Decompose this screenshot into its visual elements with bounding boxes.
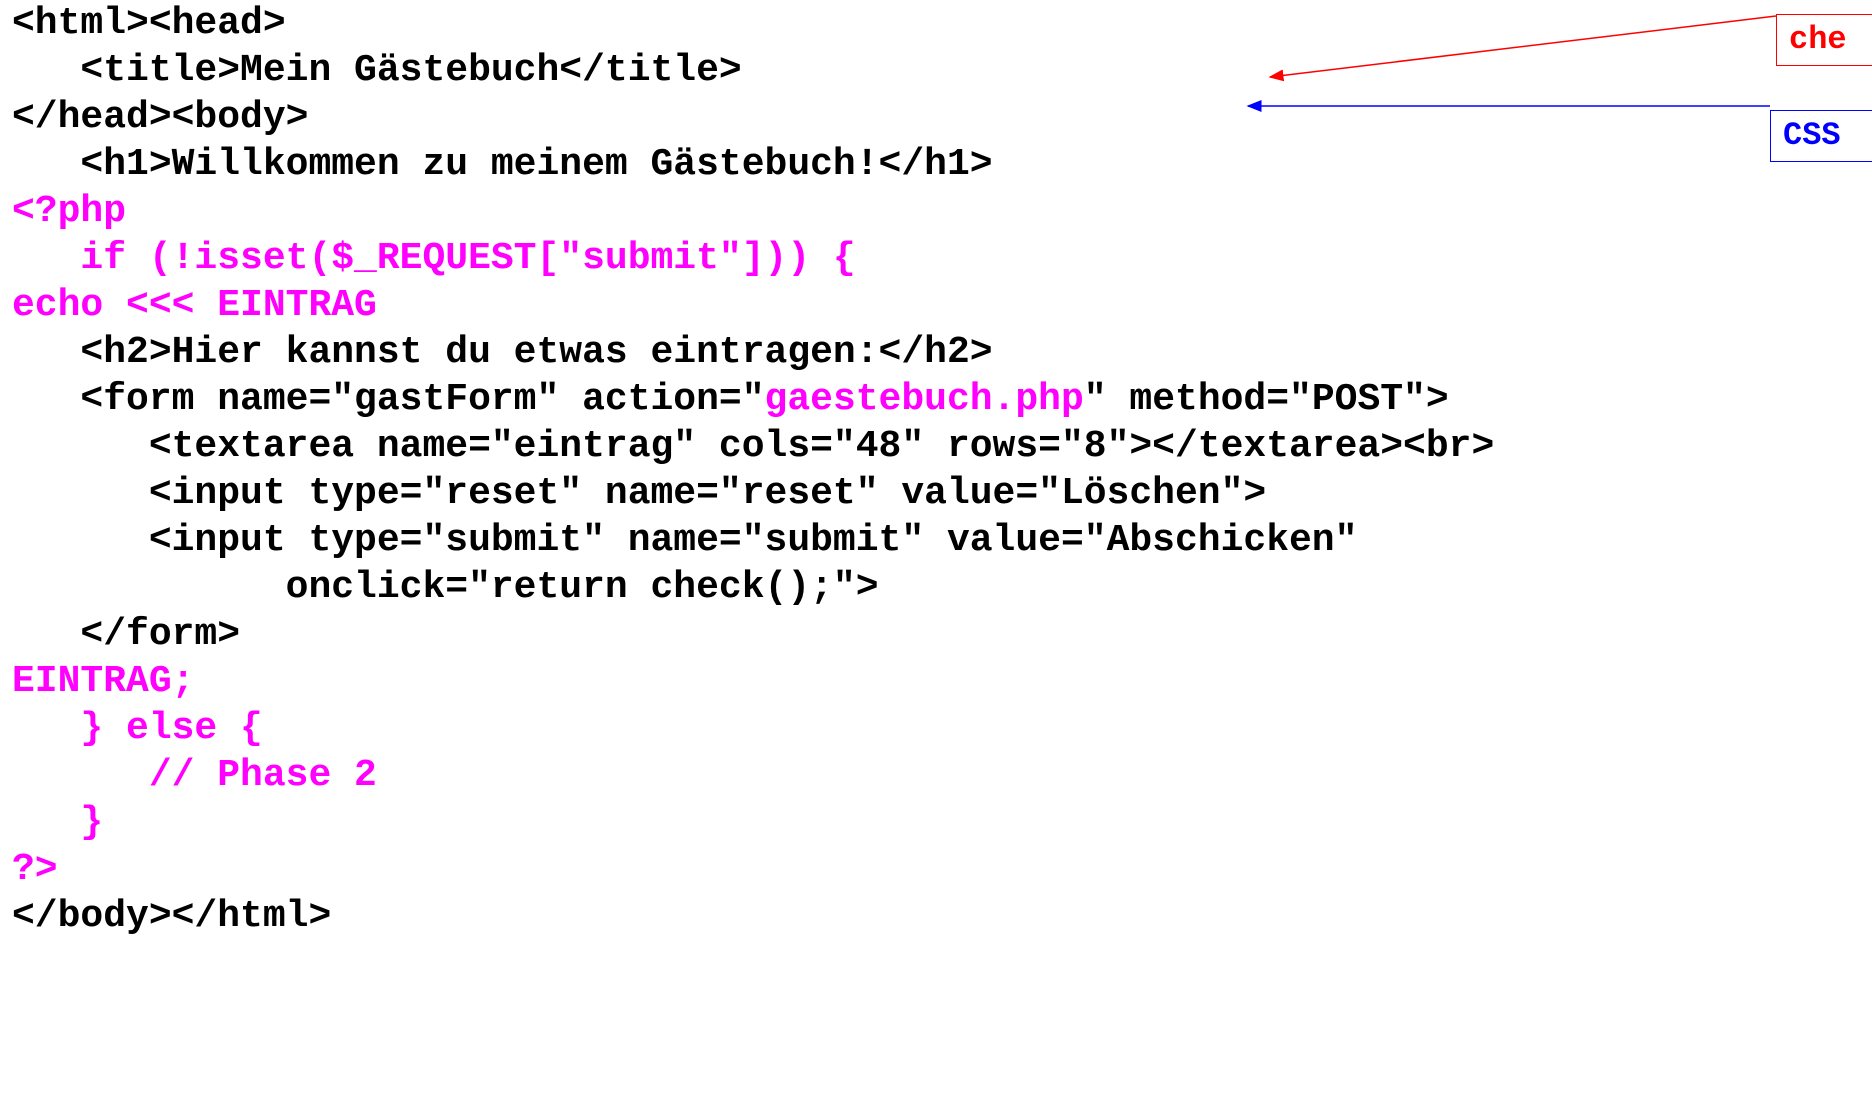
php-code-segment: }	[12, 801, 104, 844]
javascript-annotation-label: che	[1776, 14, 1872, 66]
html-code-segment: onclick="return check();">	[12, 566, 879, 609]
php-code-segment: EINTRAG;	[12, 660, 195, 703]
html-code-segment: <textarea name="eintrag" cols="48" rows=…	[12, 425, 1495, 468]
code-line: <?php	[12, 188, 1494, 235]
code-line: <input type="submit" name="submit" value…	[12, 517, 1494, 564]
html-code-segment: <title>Mein Gästebuch</title>	[12, 49, 742, 92]
php-code-segment: gaestebuch.php	[764, 378, 1084, 421]
code-line: </form>	[12, 611, 1494, 658]
code-line: } else {	[12, 705, 1494, 752]
html-code-segment: <h2>Hier kannst du etwas eintragen:</h2>	[12, 331, 993, 374]
code-line: // Phase 2	[12, 752, 1494, 799]
code-line: onclick="return check();">	[12, 564, 1494, 611]
code-listing: <html><head> <title>Mein Gästebuch</titl…	[12, 0, 1494, 940]
code-line: <input type="reset" name="reset" value="…	[12, 470, 1494, 517]
code-line: <h1>Willkommen zu meinem Gästebuch!</h1>	[12, 141, 1494, 188]
css-annotation-label: CSS	[1770, 110, 1872, 162]
html-code-segment: <h1>Willkommen zu meinem Gästebuch!</h1>	[12, 143, 993, 186]
code-line: </head><body>	[12, 94, 1494, 141]
code-line: <title>Mein Gästebuch</title>	[12, 47, 1494, 94]
code-line: ?>	[12, 846, 1494, 893]
code-line: <form name="gastForm" action="gaestebuch…	[12, 376, 1494, 423]
code-line: }	[12, 799, 1494, 846]
php-code-segment: if (!isset($_REQUEST["submit"])) {	[12, 237, 856, 280]
php-code-segment: echo <<< EINTRAG	[12, 284, 377, 327]
html-code-segment: </head><body>	[12, 96, 309, 139]
html-code-segment: " method="POST">	[1083, 378, 1449, 421]
code-line: if (!isset($_REQUEST["submit"])) {	[12, 235, 1494, 282]
code-line: <html><head>	[12, 0, 1494, 47]
php-code-segment: ?>	[12, 848, 58, 891]
html-code-segment: <html><head>	[12, 2, 286, 45]
html-code-segment: </body></html>	[12, 895, 332, 938]
html-code-segment: </form>	[12, 613, 241, 656]
php-code-segment: <?php	[12, 190, 127, 233]
php-code-segment: // Phase 2	[12, 754, 377, 797]
code-line: </body></html>	[12, 893, 1494, 940]
html-code-segment: <form name="gastForm" action="	[12, 378, 765, 421]
code-line: EINTRAG;	[12, 658, 1494, 705]
code-line: <h2>Hier kannst du etwas eintragen:</h2>	[12, 329, 1494, 376]
php-code-segment: } else {	[12, 707, 263, 750]
html-code-segment: <input type="submit" name="submit" value…	[12, 519, 1358, 562]
html-code-segment: <input type="reset" name="reset" value="…	[12, 472, 1267, 515]
code-line: <textarea name="eintrag" cols="48" rows=…	[12, 423, 1494, 470]
code-line: echo <<< EINTRAG	[12, 282, 1494, 329]
